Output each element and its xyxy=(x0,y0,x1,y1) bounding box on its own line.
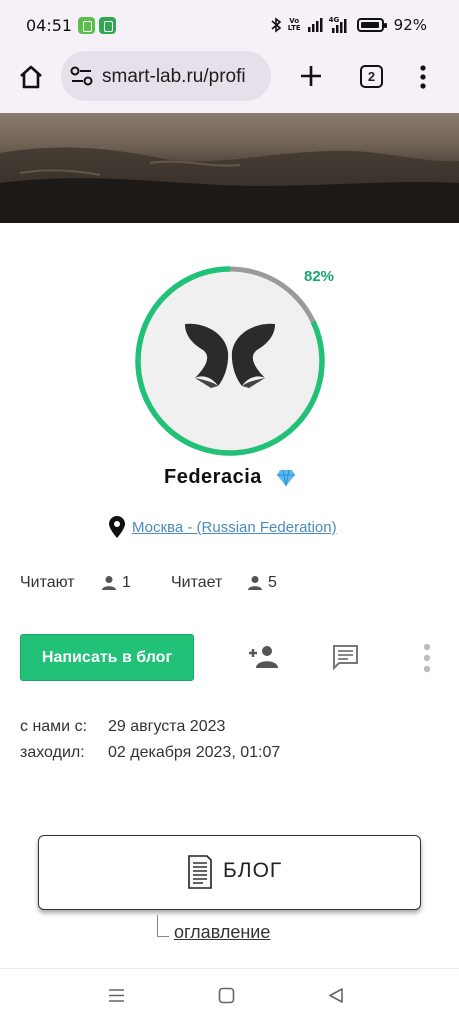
status-icons: Vo LTE 4G 92% xyxy=(270,14,427,36)
followers-count[interactable]: 1 xyxy=(122,574,131,592)
blog-label[interactable]: БЛОГ xyxy=(223,859,282,883)
status-bar: 04:51 Vo LTE 4G 92% xyxy=(0,0,459,52)
volte-icon: Vo LTE xyxy=(287,17,301,32)
new-tab-icon[interactable] xyxy=(300,65,322,87)
signal-icon xyxy=(307,18,323,32)
site-settings-icon[interactable] xyxy=(69,64,95,88)
recent-apps-icon[interactable] xyxy=(108,988,125,1003)
joined-row: с нами с: 29 августа 2023 xyxy=(20,718,225,736)
more-vertical-icon[interactable] xyxy=(423,643,431,673)
tab-switcher-button[interactable]: 2 xyxy=(360,65,383,88)
last-visit-row: заходил: 02 декабря 2023, 01:07 xyxy=(20,744,280,762)
banner-rocks-image xyxy=(0,147,459,223)
notification-app-icon xyxy=(78,17,95,34)
following-count[interactable]: 5 xyxy=(268,574,277,592)
message-icon[interactable] xyxy=(332,644,359,670)
profile-banner xyxy=(0,113,459,223)
location-pin-icon xyxy=(109,516,125,538)
completion-percent: 82% xyxy=(304,268,335,285)
followers-label[interactable]: Читают xyxy=(20,574,75,592)
url-text[interactable]: smart-lab.ru/profi xyxy=(102,66,262,88)
toc-link[interactable]: оглавление xyxy=(174,922,270,943)
notification-app-icon xyxy=(99,17,116,34)
battery-level: 92% xyxy=(393,16,427,34)
profile-name: Federacia xyxy=(164,466,262,488)
person-icon xyxy=(102,576,116,590)
toc-connector xyxy=(157,915,169,937)
last-visit-label: заходил: xyxy=(20,744,85,761)
menu-icon[interactable] xyxy=(419,65,427,89)
last-visit-value: 02 декабря 2023, 01:07 xyxy=(108,744,281,761)
back-icon[interactable] xyxy=(328,987,344,1004)
bluetooth-icon xyxy=(271,17,282,33)
location-link[interactable]: Москва - (Russian Federation) xyxy=(132,519,337,536)
battery-icon xyxy=(356,18,387,32)
document-icon xyxy=(188,855,212,889)
following-label[interactable]: Читает xyxy=(171,574,222,592)
profile-completion-ring xyxy=(135,266,325,456)
home-nav-icon[interactable] xyxy=(218,987,235,1004)
joined-label: с нами с: xyxy=(20,718,88,735)
joined-value: 29 августа 2023 xyxy=(108,718,226,735)
status-time: 04:51 xyxy=(26,16,73,35)
signal-4g-icon: 4G xyxy=(329,17,347,33)
person-icon xyxy=(248,576,262,590)
diamond-icon xyxy=(277,469,295,487)
home-icon[interactable] xyxy=(17,63,45,91)
add-person-icon[interactable] xyxy=(248,645,280,669)
write-to-blog-button[interactable]: Написать в блог xyxy=(20,634,194,681)
